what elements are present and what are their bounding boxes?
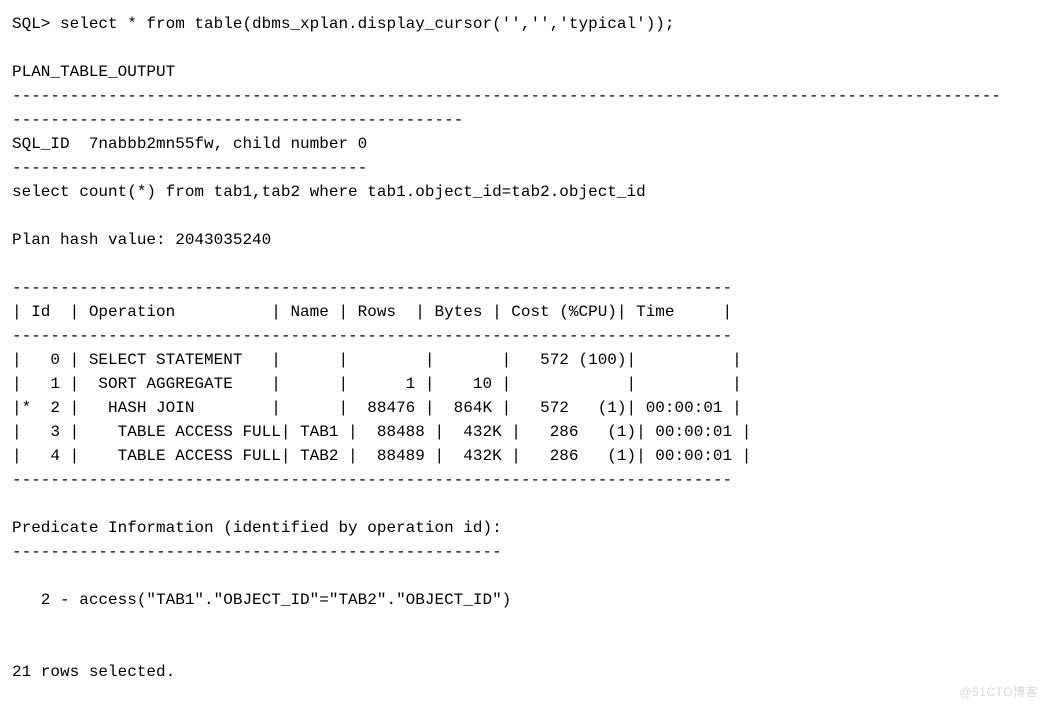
watermark: @51CTO博客 (959, 683, 1038, 700)
sql-terminal-output: SQL> select * from table(dbms_xplan.disp… (0, 0, 1048, 688)
